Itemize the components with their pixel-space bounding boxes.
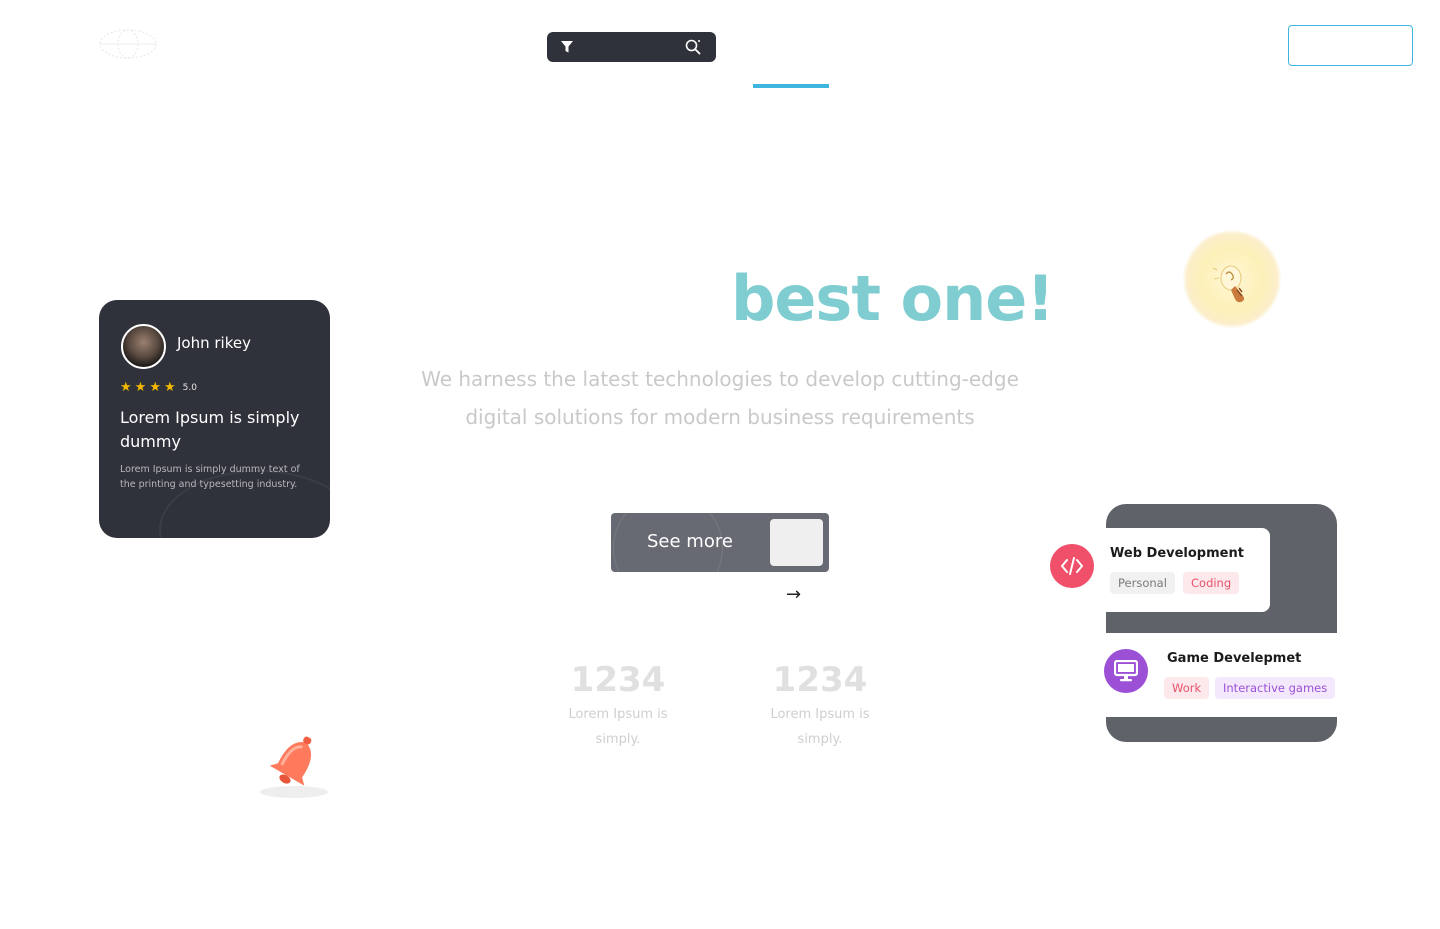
- logo-icon[interactable]: [98, 26, 158, 62]
- avatar: [121, 324, 166, 369]
- tag-work[interactable]: Work: [1164, 677, 1210, 699]
- stat-number: 1234: [772, 660, 868, 700]
- stat-line-2: simply.: [595, 732, 641, 747]
- see-more-label: See more: [647, 531, 733, 552]
- web-development-card[interactable]: Web Development Personal Coding: [1106, 528, 1270, 612]
- review-text: Lorem Ipsum is simply dummy text of the …: [120, 464, 300, 490]
- hero-subtitle: We harness the latest technologies to de…: [400, 360, 1040, 436]
- star-icon: ★: [149, 380, 161, 395]
- stat-description: Lorem Ipsum is simply.: [548, 702, 688, 752]
- code-icon: [1050, 544, 1094, 588]
- search-bar[interactable]: [547, 32, 716, 62]
- rating-value: 5.0: [182, 382, 197, 393]
- web-development-title: Web Development: [1110, 546, 1244, 561]
- tag-interactive-games[interactable]: Interactive games: [1215, 677, 1336, 699]
- game-development-title: Game Develepmet: [1167, 651, 1302, 666]
- page: best one! We harness the latest technolo…: [0, 0, 1440, 929]
- stat-line-1: Lorem Ipsum is: [770, 707, 870, 722]
- tag-coding[interactable]: Coding: [1183, 572, 1240, 594]
- star-icon: ★: [120, 380, 132, 395]
- reviewer-name: John rikey: [177, 334, 251, 352]
- header-cta-button[interactable]: [1288, 25, 1413, 66]
- tag-personal[interactable]: Personal: [1110, 572, 1175, 594]
- see-more-button[interactable]: See more: [611, 513, 829, 572]
- bell-icon: [260, 736, 328, 798]
- nav-active-indicator: [753, 84, 829, 88]
- hero-subtitle-line-2: digital solutions for modern business re…: [465, 405, 975, 429]
- star-icon: ★: [163, 380, 176, 395]
- hero-title: best one!: [731, 262, 1055, 335]
- review-title: Lorem Ipsum is simply dummy: [120, 408, 300, 451]
- stat-number: 1234: [570, 660, 666, 700]
- see-more-arrow-box: [770, 519, 823, 566]
- review-card: John rikey ★ ★ ★ ★ 5.0 Lorem Ipsum is si…: [99, 300, 330, 538]
- stat-item: 1234 Lorem Ipsum is simply.: [548, 660, 688, 752]
- stat-item: 1234 Lorem Ipsum is simply.: [750, 660, 890, 752]
- search-icon[interactable]: [685, 39, 701, 55]
- star-rating: ★ ★ ★ ★ 5.0: [120, 381, 197, 394]
- stat-line-1: Lorem Ipsum is: [568, 707, 668, 722]
- arrow-right-icon[interactable]: →: [786, 584, 801, 605]
- stat-description: Lorem Ipsum is simply.: [750, 702, 890, 752]
- star-icon: ★: [134, 380, 147, 395]
- monitor-icon: [1104, 649, 1148, 693]
- stat-line-2: simply.: [797, 732, 843, 747]
- filter-icon[interactable]: [560, 40, 574, 54]
- hero-subtitle-line-1: We harness the latest technologies to de…: [421, 367, 1019, 391]
